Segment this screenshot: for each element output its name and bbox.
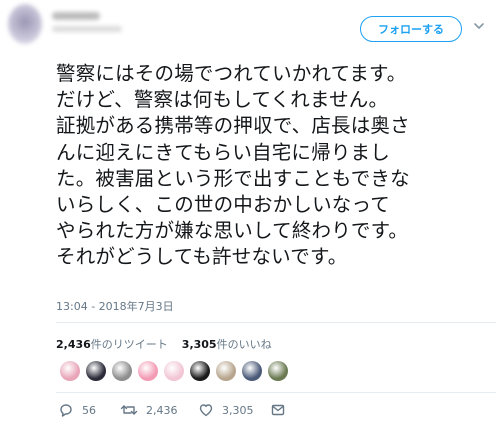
retweet-icon <box>120 405 138 415</box>
author-avatar[interactable] <box>8 4 42 44</box>
heart-icon <box>199 404 213 417</box>
tweet-actions: 56 2,436 3,305 <box>58 402 286 418</box>
reply-count: 56 <box>82 403 96 417</box>
engagement-stats: 2,436件のリツイート 3,305件のいいね <box>56 336 272 352</box>
like-button[interactable]: 3,305 <box>198 402 270 418</box>
divider <box>56 322 496 323</box>
liker-avatar-8[interactable] <box>242 361 262 381</box>
like-stat-count: 3,305 <box>181 338 217 351</box>
liker-avatars <box>60 361 288 381</box>
direct-message-button[interactable] <box>270 402 286 418</box>
retweet-stat[interactable]: 2,436件のリツイート <box>56 338 168 351</box>
liker-avatar-6[interactable] <box>190 361 210 381</box>
like-stat[interactable]: 3,305件のいいね <box>182 338 272 351</box>
like-count: 3,305 <box>222 403 254 417</box>
liker-avatar-5[interactable] <box>164 361 184 381</box>
divider <box>56 392 496 393</box>
author-name-redacted[interactable] <box>52 12 100 20</box>
retweet-count: 2,436 <box>146 403 178 417</box>
reply-button[interactable]: 56 <box>58 402 120 418</box>
tweet-card: フォローする 警察にはその場でつれていかれてます。 だけど、警察は何もしてくれま… <box>0 0 500 434</box>
reply-icon <box>60 404 72 417</box>
envelope-icon <box>271 404 285 416</box>
liker-avatar-2[interactable] <box>86 361 106 381</box>
retweet-button[interactable]: 2,436 <box>120 402 198 418</box>
follow-button[interactable]: フォローする <box>360 16 462 42</box>
liker-avatar-4[interactable] <box>138 361 158 381</box>
chevron-down-icon[interactable] <box>472 20 486 34</box>
retweet-stat-label: 件のリツイート <box>90 338 168 351</box>
author-handle-redacted <box>52 26 122 32</box>
retweet-stat-count: 2,436 <box>56 338 91 351</box>
liker-avatar-9[interactable] <box>268 361 288 381</box>
tweet-text: 警察にはその場でつれていかれてます。 だけど、警察は何もしてくれません。 証拠が… <box>56 62 410 269</box>
like-stat-label: 件のいいね <box>216 338 272 351</box>
tweet-timestamp[interactable]: 13:04 - 2018年7月3日 <box>56 298 174 314</box>
liker-avatar-3[interactable] <box>112 361 132 381</box>
liker-avatar-1[interactable] <box>60 361 80 381</box>
liker-avatar-7[interactable] <box>216 361 236 381</box>
